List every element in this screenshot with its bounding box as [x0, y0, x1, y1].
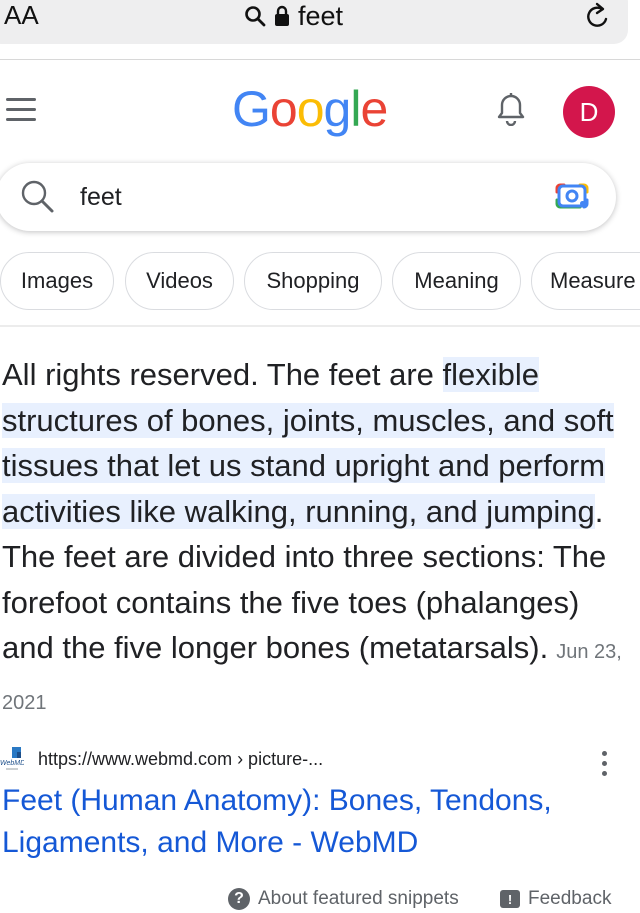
snippet-footer: ? About featured snippets ! Feedback [0, 888, 640, 913]
search-icon [21, 180, 54, 213]
result-title-link[interactable]: Feet (Human Anatomy): Bones, Tendons, Li… [2, 780, 632, 864]
url-field[interactable]: feet [244, 0, 343, 32]
more-vert-icon[interactable] [596, 751, 612, 777]
avatar[interactable]: D [563, 86, 615, 138]
divider [0, 325, 640, 327]
chip-label: Images [20, 268, 94, 293]
chip-label: Shopping [266, 268, 360, 293]
chip-meaning[interactable]: Meaning [392, 252, 521, 310]
svg-text:WebMD: WebMD [0, 760, 24, 767]
chip-videos[interactable]: Videos [125, 252, 234, 310]
feedback-label: Feedback [528, 888, 612, 909]
bell-icon[interactable] [497, 92, 525, 126]
hamburger-menu-icon[interactable] [6, 98, 36, 122]
url-text: feet [298, 0, 344, 31]
chip-shopping[interactable]: Shopping [244, 252, 382, 310]
chip-label: Videos [146, 268, 213, 293]
search-box[interactable] [0, 163, 616, 231]
text-size-button[interactable]: AA [4, 0, 39, 31]
about-featured-snippets-link[interactable]: ? About featured snippets [228, 888, 459, 910]
snippet-prefix: All rights reserved. The feet are [2, 357, 443, 392]
feedback-link[interactable]: ! Feedback [500, 888, 611, 910]
lock-icon [275, 5, 289, 26]
avatar-initial: D [579, 96, 599, 127]
logo-letter: o [269, 81, 298, 137]
search-icon [245, 6, 266, 27]
browser-address-bar: AA feet [0, 0, 640, 60]
webmd-favicon-icon: WebMD [0, 747, 24, 770]
about-label: About featured snippets [258, 888, 459, 909]
chip-label: Meaning [414, 268, 499, 293]
text-size-label: AA [4, 0, 39, 30]
source-url[interactable]: https://www.webmd.com › picture-... [38, 749, 323, 770]
chip-measure[interactable]: Measure [531, 252, 640, 310]
logo-letter: g [323, 81, 352, 137]
chip-images[interactable]: Images [0, 252, 114, 310]
search-input[interactable] [80, 177, 520, 217]
search-filter-chips: Images Videos Shopping Meaning Measure [0, 252, 640, 310]
logo-letter: G [232, 81, 271, 137]
help-circle-icon: ? [228, 888, 250, 910]
logo-letter: o [296, 81, 325, 137]
chip-label: Measure [550, 268, 636, 293]
google-lens-icon[interactable] [554, 180, 590, 214]
result-source[interactable]: WebMD https://www.webmd.com › picture-..… [0, 745, 640, 779]
logo-letter: e [360, 81, 388, 137]
google-logo[interactable]: Google [232, 80, 388, 138]
reload-icon[interactable] [584, 2, 612, 32]
google-header: Google D [0, 60, 640, 160]
featured-snippet-text: All rights reserved. The feet are flexib… [2, 352, 632, 726]
logo-letter: l [350, 81, 361, 137]
feedback-icon: ! [500, 890, 520, 908]
